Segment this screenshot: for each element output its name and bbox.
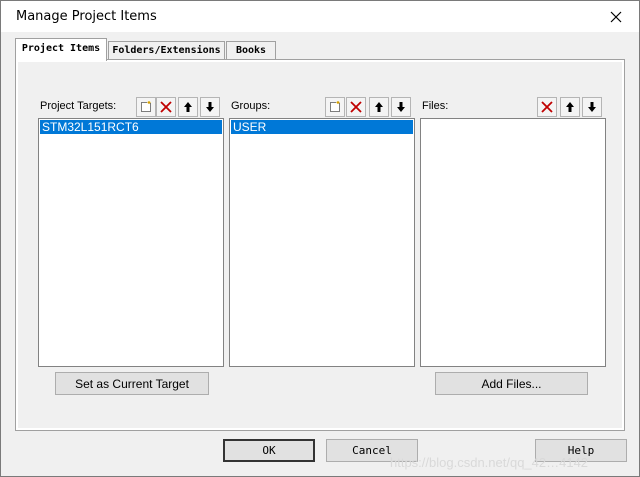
delete-icon (350, 101, 362, 113)
project-targets-header: Project Targets: (38, 97, 222, 117)
project-targets-label: Project Targets: (40, 100, 117, 112)
files-header: Files: (420, 97, 604, 117)
title-bar: Manage Project Items (1, 1, 639, 32)
window-title: Manage Project Items (16, 9, 157, 24)
add-files-button[interactable]: Add Files... (435, 372, 588, 395)
arrow-up-icon (184, 102, 192, 112)
new-target-button[interactable] (136, 97, 156, 117)
tab-books[interactable]: Books (226, 41, 276, 59)
delete-group-button[interactable] (346, 97, 366, 117)
close-button[interactable] (593, 1, 639, 32)
arrow-down-icon (206, 102, 214, 112)
move-group-down-button[interactable] (391, 97, 411, 117)
move-group-up-button[interactable] (369, 97, 389, 117)
move-target-up-button[interactable] (178, 97, 198, 117)
list-item[interactable]: STM32L151RCT6 (40, 120, 222, 134)
tab-folders-extensions[interactable]: Folders/Extensions (108, 41, 225, 59)
set-current-target-button[interactable]: Set as Current Target (55, 372, 209, 395)
ok-button[interactable]: OK (223, 439, 315, 462)
list-item[interactable]: USER (231, 120, 413, 134)
delete-target-button[interactable] (156, 97, 176, 117)
new-item-icon (330, 101, 340, 112)
close-icon (610, 11, 622, 22)
arrow-up-icon (375, 102, 383, 112)
arrow-up-icon (566, 102, 574, 112)
groups-header: Groups: (229, 97, 413, 117)
tab-project-items[interactable]: Project Items (15, 38, 107, 61)
arrow-down-icon (588, 102, 596, 112)
watermark-text: https://blog.csdn.net/qq_42…4142 (390, 455, 589, 470)
new-group-button[interactable] (325, 97, 345, 117)
project-targets-list[interactable]: STM32L151RCT6 (38, 118, 224, 367)
groups-label: Groups: (231, 100, 271, 112)
delete-icon (541, 101, 553, 113)
arrow-down-icon (397, 102, 405, 112)
move-file-down-button[interactable] (582, 97, 602, 117)
manage-project-items-dialog: Manage Project Items Project Items Folde… (0, 0, 640, 477)
files-list[interactable] (420, 118, 606, 367)
move-target-down-button[interactable] (200, 97, 220, 117)
delete-icon (160, 101, 172, 113)
groups-list[interactable]: USER (229, 118, 415, 367)
delete-file-button[interactable] (537, 97, 557, 117)
move-file-up-button[interactable] (560, 97, 580, 117)
tab-panel: Project Targets: STM32L151RCT6 Groups: U… (15, 59, 625, 431)
new-item-icon (141, 101, 151, 112)
dialog-client: Project Items Folders/Extensions Books P… (1, 32, 639, 476)
files-label: Files: (422, 100, 449, 112)
